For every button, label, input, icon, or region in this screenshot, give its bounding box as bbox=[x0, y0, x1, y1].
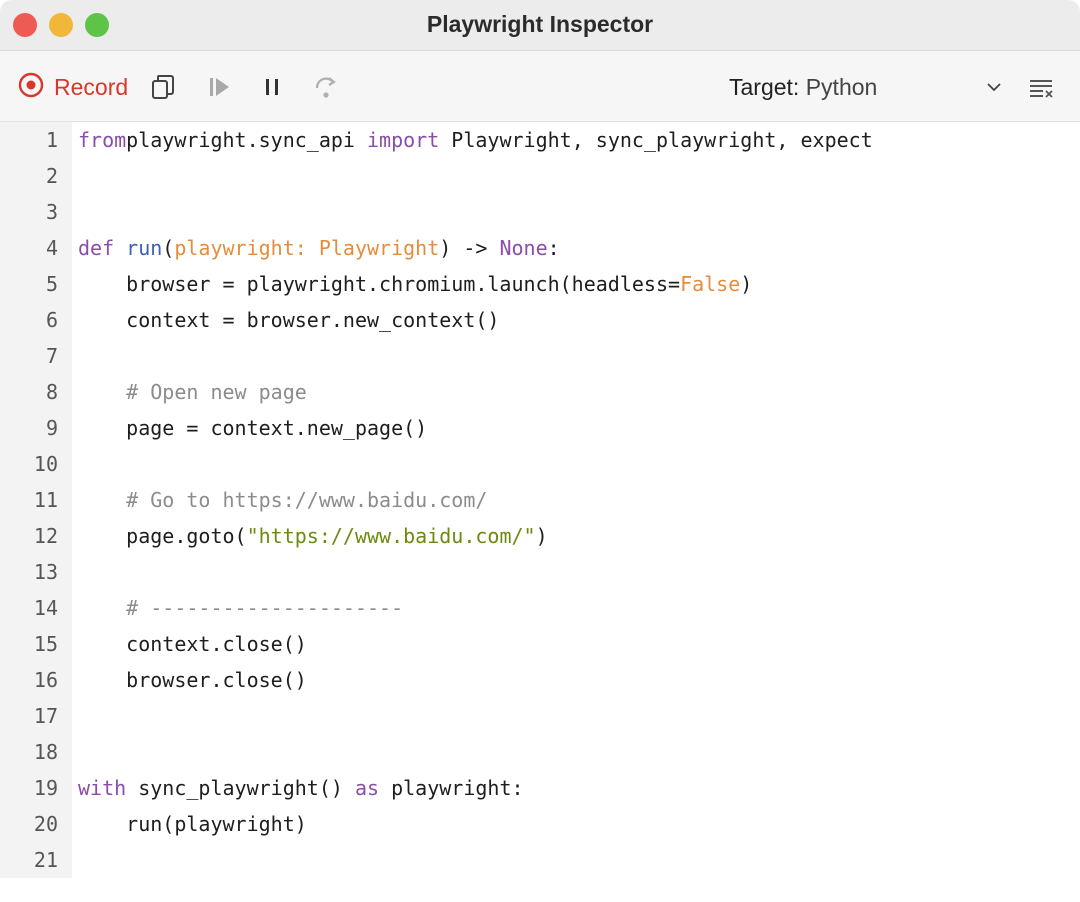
line-number: 14 bbox=[33, 596, 58, 620]
target-label: Target: bbox=[729, 74, 800, 100]
code-text: fromplaywright.sync_api import Playwrigh… bbox=[78, 122, 873, 158]
chevron-down-icon[interactable] bbox=[979, 72, 1009, 102]
line-number: 11 bbox=[33, 488, 58, 512]
line-number: 10 bbox=[33, 452, 58, 476]
code-token: browser.close() bbox=[78, 668, 307, 692]
line-number: 3 bbox=[45, 200, 58, 224]
target-selector[interactable]: Target: Python bbox=[729, 74, 877, 101]
code-token: context.close() bbox=[78, 632, 307, 656]
code-text: browser = playwright.chromium.launch(hea… bbox=[78, 266, 752, 302]
code-token: as bbox=[354, 776, 380, 800]
code-token: def bbox=[78, 236, 115, 260]
code-token: page = context.new_page() bbox=[78, 416, 428, 440]
code-text: def run(playwright: Playwright) -> None: bbox=[78, 230, 560, 266]
line-number: 2 bbox=[45, 164, 58, 188]
line-number: 12 bbox=[33, 524, 58, 548]
line-number: 15 bbox=[33, 632, 58, 656]
code-text: page = context.new_page() bbox=[78, 410, 427, 446]
code-text: # Open new page bbox=[78, 374, 307, 410]
record-icon bbox=[18, 72, 44, 103]
step-over-icon[interactable] bbox=[311, 72, 341, 102]
target-value: Python bbox=[805, 74, 878, 100]
line-number: 19 bbox=[33, 776, 58, 800]
code-token: page.goto( bbox=[78, 524, 247, 548]
line-number: 6 bbox=[45, 308, 58, 332]
code-token: Playwright, sync_playwright, expect bbox=[439, 128, 873, 152]
code-token: with bbox=[78, 776, 127, 800]
code-text: # Go to https://www.baidu.com/ bbox=[78, 482, 487, 518]
code-token: context = browser.new_context() bbox=[78, 308, 500, 332]
code-token: # Open new page bbox=[126, 380, 307, 404]
toolbar: Record Target: Python bbox=[0, 51, 1080, 122]
record-button[interactable]: Record bbox=[18, 71, 128, 103]
code-token: from bbox=[78, 128, 127, 152]
code-token: playwright: Playwright bbox=[174, 236, 440, 260]
code-text: context.close() bbox=[78, 626, 307, 662]
line-number: 13 bbox=[33, 560, 58, 584]
line-number: 18 bbox=[33, 740, 58, 764]
line-number: 7 bbox=[45, 344, 58, 368]
code-token: ) bbox=[535, 524, 548, 548]
line-number: 16 bbox=[33, 668, 58, 692]
code-text: page.goto("https://www.baidu.com/") bbox=[78, 518, 548, 554]
title-bar: Playwright Inspector bbox=[0, 0, 1080, 51]
code-text: browser.close() bbox=[78, 662, 307, 698]
code-token: ) bbox=[740, 272, 753, 296]
clear-icon[interactable] bbox=[1026, 72, 1056, 102]
code-token: ( bbox=[162, 236, 175, 260]
line-number: 8 bbox=[45, 380, 58, 404]
resume-icon[interactable] bbox=[204, 72, 234, 102]
copy-icon[interactable] bbox=[148, 72, 178, 102]
line-number: 1 bbox=[45, 128, 58, 152]
code-editor[interactable]: 1 fromplaywright.sync_api import Playwrig… bbox=[0, 122, 1080, 902]
line-number: 5 bbox=[45, 272, 58, 296]
code-token: import bbox=[367, 128, 440, 152]
code-token: run bbox=[126, 236, 163, 260]
window-title: Playwright Inspector bbox=[426, 11, 654, 37]
code-text: context = browser.new_context() bbox=[78, 302, 499, 338]
inspector-window: Playwright Inspector Record Target: Pyth… bbox=[0, 0, 1080, 902]
pause-icon[interactable] bbox=[257, 72, 287, 102]
code-token: False bbox=[680, 272, 741, 296]
code-token: # Go to https://www.baidu.com/ bbox=[126, 488, 488, 512]
code-text: # --------------------- bbox=[78, 590, 403, 626]
code-token: # --------------------- bbox=[126, 596, 404, 620]
code-token: "https://www.baidu.com/" bbox=[246, 524, 536, 548]
code-token: ) -> bbox=[439, 236, 500, 260]
line-number: 17 bbox=[33, 704, 58, 728]
line-number: 4 bbox=[45, 236, 58, 260]
code-token: : bbox=[547, 236, 560, 260]
record-label: Record bbox=[54, 73, 129, 100]
line-number: 21 bbox=[33, 848, 58, 872]
line-number: 9 bbox=[45, 416, 58, 440]
code-text: run(playwright) bbox=[78, 806, 307, 842]
code-token: run(playwright) bbox=[78, 812, 307, 836]
code-token: sync_playwright() bbox=[126, 776, 355, 800]
code-token: playwright: bbox=[379, 776, 524, 800]
code-token: browser = playwright.chromium.launch(hea… bbox=[78, 272, 681, 296]
code-token: playwright.sync_api bbox=[126, 128, 367, 152]
code-text: with sync_playwright() as playwright: bbox=[78, 770, 524, 806]
code-token: None bbox=[499, 236, 548, 260]
line-number: 20 bbox=[33, 812, 58, 836]
